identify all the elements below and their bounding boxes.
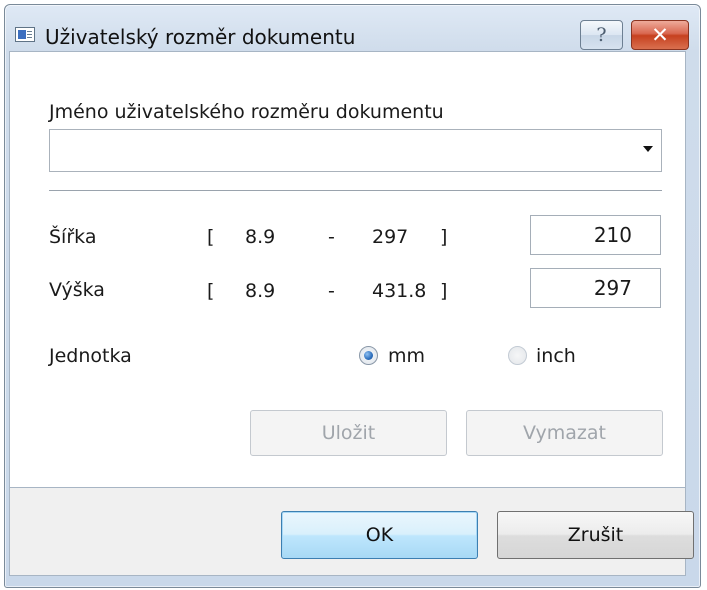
width-range-close: ] [440, 226, 448, 248]
ok-button[interactable]: OK [281, 511, 478, 559]
height-input[interactable]: 297 [530, 268, 661, 308]
help-icon: ? [596, 24, 607, 46]
unit-inch-label[interactable]: inch [536, 345, 576, 367]
close-icon: ✕ [651, 23, 669, 47]
save-button-label: Uložit [321, 422, 376, 444]
save-button[interactable]: Uložit [250, 410, 447, 456]
name-combobox[interactable] [49, 129, 662, 172]
width-input[interactable]: 210 [530, 215, 661, 255]
width-range-open: [ [207, 226, 215, 248]
dropdown-arrow-icon[interactable] [643, 146, 653, 152]
delete-button[interactable]: Vymazat [466, 410, 663, 456]
unit-mm-label[interactable]: mm [388, 345, 425, 367]
delete-button-label: Vymazat [523, 422, 606, 444]
window-app-icon [15, 27, 35, 42]
window-title: Uživatelský rozměr dokumentu [45, 25, 356, 49]
unit-inch-radio[interactable] [508, 346, 527, 365]
width-range-min: 8.9 [245, 226, 276, 248]
name-label: Jméno uživatelského rozměru dokumentu [49, 101, 444, 123]
separator-line [49, 190, 662, 192]
height-range-min: 8.9 [245, 280, 276, 302]
height-range-max: 431.8 [372, 280, 427, 302]
help-button[interactable]: ? [580, 20, 623, 50]
width-range-dash: - [328, 226, 335, 248]
ok-button-label: OK [365, 524, 394, 546]
height-range-dash: - [328, 280, 335, 302]
width-label: Šířka [49, 226, 97, 248]
height-range-close: ] [440, 280, 448, 302]
cancel-button[interactable]: Zrušit [497, 511, 694, 559]
unit-mm-radio[interactable] [359, 346, 378, 365]
height-range-open: [ [207, 280, 215, 302]
close-button[interactable]: ✕ [631, 20, 689, 50]
height-label: Výška [49, 279, 105, 301]
cancel-button-label: Zrušit [567, 524, 624, 546]
unit-label: Jednotka [49, 345, 132, 367]
width-range-max: 297 [372, 226, 409, 248]
